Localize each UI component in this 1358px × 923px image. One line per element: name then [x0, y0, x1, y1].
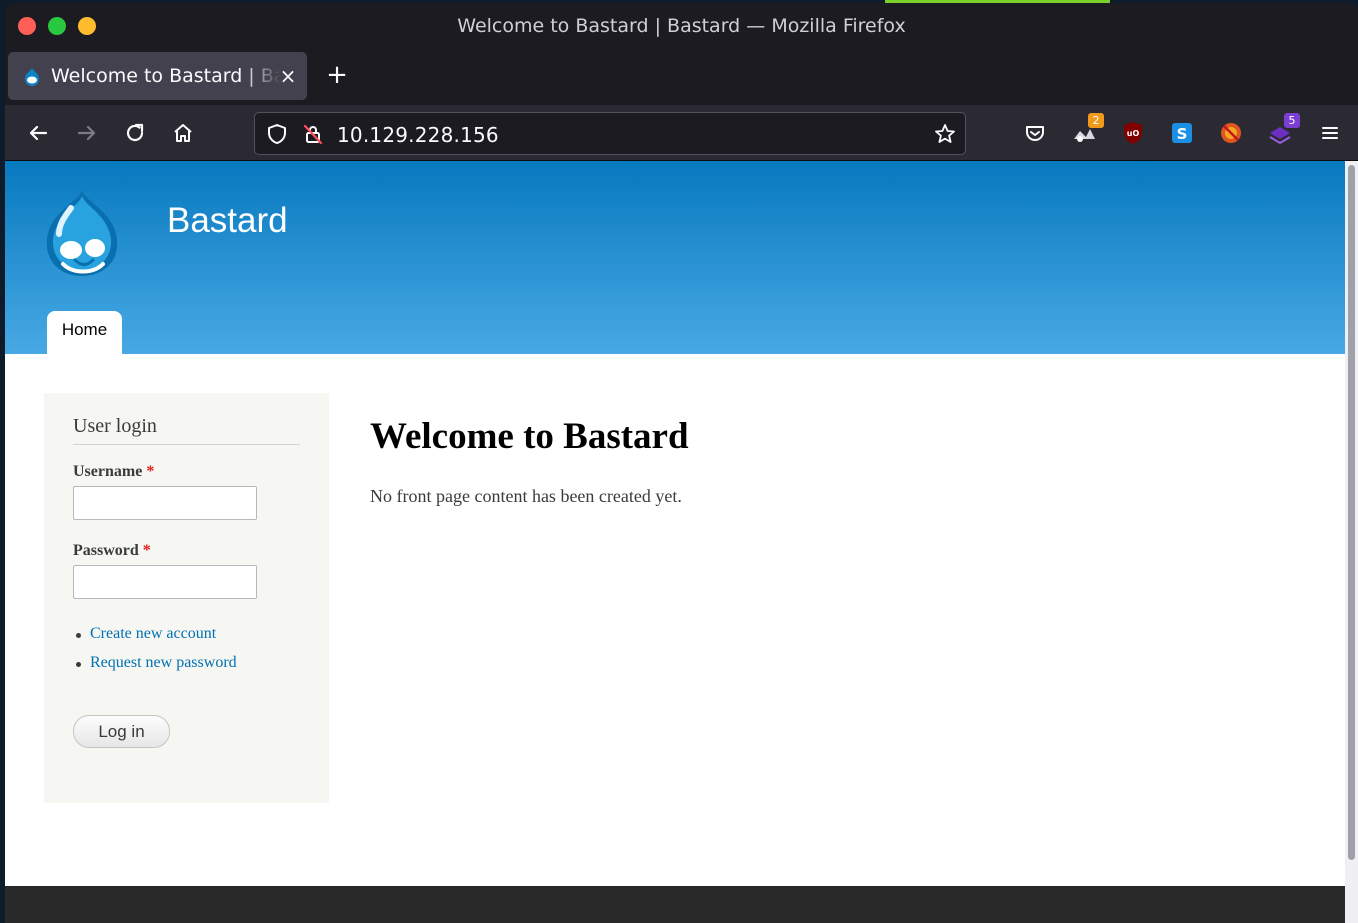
username-label: Username * — [73, 463, 154, 481]
svg-text:uO: uO — [1127, 129, 1140, 138]
password-input[interactable] — [73, 565, 257, 599]
password-label-text: Password — [73, 542, 139, 559]
extension-5-icon[interactable]: 5 — [1266, 113, 1300, 147]
window-title: Welcome to Bastard | Bastard — Mozilla F… — [457, 15, 906, 37]
bookmark-star-icon[interactable] — [933, 122, 957, 146]
site-name[interactable]: Bastard — [167, 201, 288, 241]
log-in-button[interactable]: Log in — [73, 715, 170, 748]
scrollbar-thumb[interactable] — [1348, 165, 1355, 860]
site-footer — [5, 886, 1345, 923]
request-password-link[interactable]: Request new password — [90, 654, 237, 671]
browser-window: Welcome to Bastard | Bastard — Mozilla F… — [5, 3, 1358, 923]
tab-strip: Welcome to Bastard | Bastard × + — [5, 49, 1358, 105]
back-icon[interactable] — [24, 119, 52, 147]
block-title: User login — [73, 415, 300, 445]
extension-s-icon[interactable]: S — [1168, 119, 1196, 147]
password-label: Password * — [73, 542, 151, 560]
drupal-favicon-icon — [25, 68, 39, 86]
svg-text:S: S — [1177, 125, 1188, 143]
tab-title: Welcome to Bastard | Bastard — [51, 65, 281, 87]
new-tab-button[interactable]: + — [323, 62, 351, 90]
forward-icon[interactable] — [73, 119, 101, 147]
reload-icon[interactable] — [121, 119, 149, 147]
username-input[interactable] — [73, 486, 257, 520]
list-item: Request new password — [73, 654, 237, 683]
tab-active[interactable]: Welcome to Bastard | Bastard × — [8, 52, 307, 100]
navigation-toolbar: 10.129.228.156 2 uO S 5 — [5, 105, 1358, 161]
username-label-text: Username — [73, 463, 143, 480]
drupal-logo-icon[interactable] — [41, 188, 123, 278]
list-item: Create new account — [73, 625, 237, 654]
page-scrollbar[interactable] — [1345, 161, 1358, 923]
extension-blocked-icon[interactable] — [1217, 119, 1245, 147]
extension-2-badge: 2 — [1088, 113, 1104, 128]
tab-close-button[interactable]: × — [276, 62, 300, 90]
site-header: Bastard Home — [5, 161, 1345, 354]
extension-5-badge: 5 — [1284, 113, 1300, 128]
tracking-protection-shield-icon[interactable] — [265, 122, 289, 146]
user-login-block: User login Username * Password * Create … — [44, 393, 329, 803]
create-account-link[interactable]: Create new account — [90, 625, 216, 642]
required-marker: * — [146, 463, 155, 480]
insecure-lock-icon[interactable] — [301, 122, 325, 146]
home-icon[interactable] — [169, 119, 197, 147]
title-bar: Welcome to Bastard | Bastard — Mozilla F… — [5, 3, 1358, 49]
bullet-icon — [76, 633, 81, 638]
ublock-origin-icon[interactable]: uO — [1119, 119, 1147, 147]
pocket-icon[interactable] — [1021, 119, 1049, 147]
page-content-text: No front page content has been created y… — [370, 486, 682, 506]
page-title: Welcome to Bastard — [370, 416, 689, 457]
bullet-icon — [76, 662, 81, 667]
menu-item-home[interactable]: Home — [47, 311, 122, 354]
url-text[interactable]: 10.129.228.156 — [337, 123, 499, 147]
hamburger-menu-icon[interactable] — [1316, 119, 1344, 147]
url-bar[interactable]: 10.129.228.156 — [254, 112, 966, 155]
required-marker: * — [142, 542, 151, 559]
page-viewport: Bastard Home User login Username * Passw… — [5, 161, 1345, 923]
extension-2-icon[interactable]: 2 — [1070, 113, 1104, 147]
login-links: Create new account Request new password — [73, 625, 237, 683]
